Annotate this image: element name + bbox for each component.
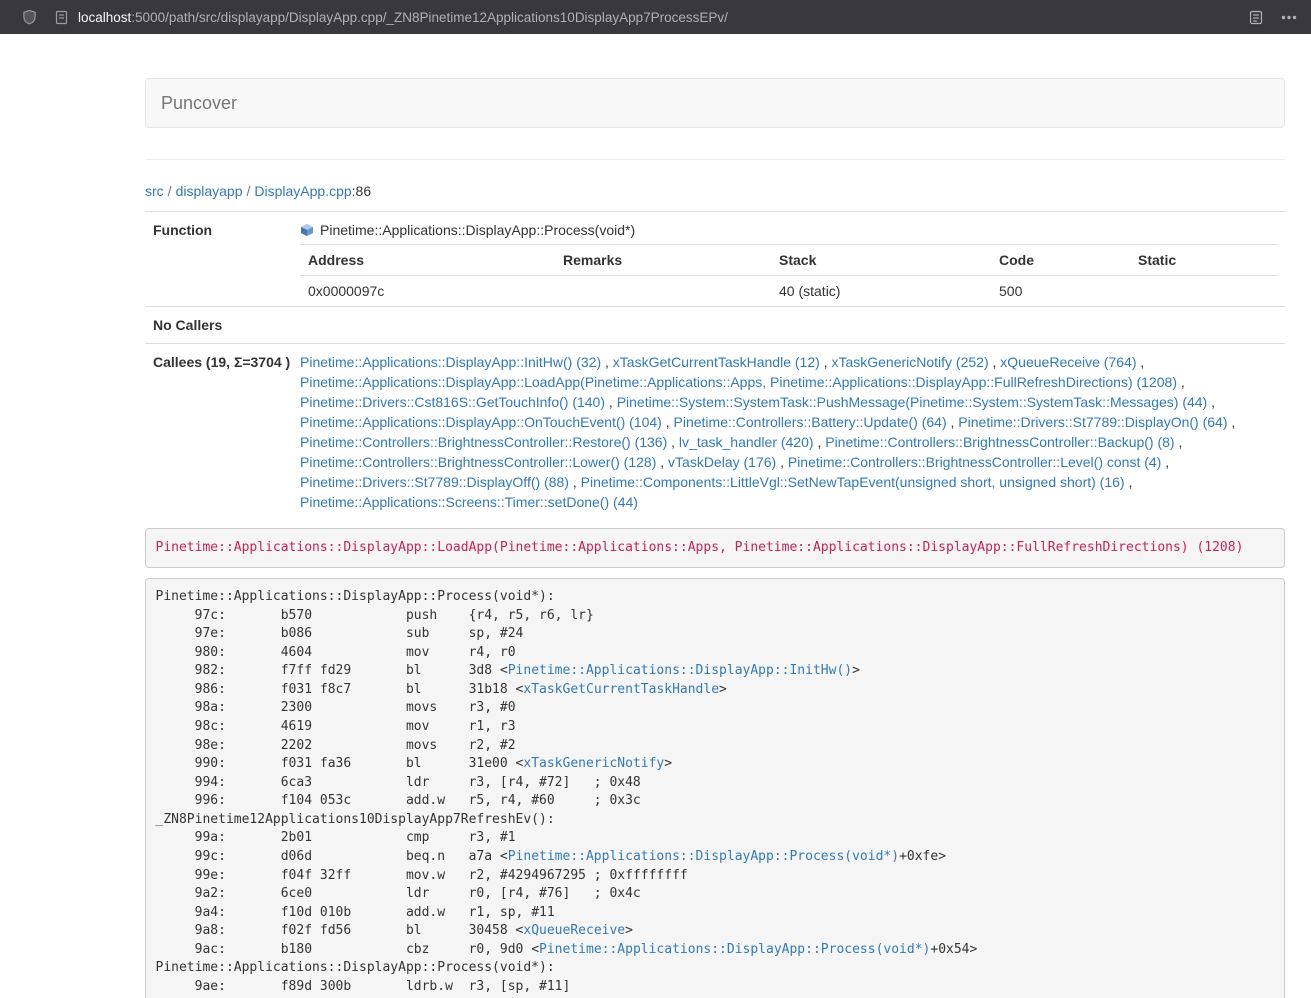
- url-host: localhost: [78, 10, 131, 25]
- callee-link[interactable]: Pinetime::Components::LittleVgl::SetNewT…: [581, 474, 1125, 490]
- callee-link[interactable]: Pinetime::System::SystemTask::PushMessag…: [617, 394, 1208, 410]
- breadcrumb-file-link[interactable]: DisplayApp.cpp: [254, 183, 351, 199]
- disassembly-symbol-link[interactable]: xQueueReceive: [523, 923, 625, 938]
- stack-value: 40 (static): [771, 276, 991, 307]
- urlbar-right-group: [1249, 10, 1311, 25]
- callee-link[interactable]: Pinetime::Drivers::Cst816S::GetTouchInfo…: [300, 394, 605, 410]
- breadcrumb-line-number: :86: [352, 183, 371, 199]
- tracking-protection-shield-icon[interactable]: [22, 9, 37, 25]
- snippet-box: Pinetime::Applications::DisplayApp::Load…: [145, 528, 1285, 568]
- snippet-symbol-link[interactable]: Pinetime::Applications::DisplayApp::Load…: [156, 540, 1244, 555]
- col-code: Code: [991, 245, 1130, 276]
- function-row: Function Pinetime::Applications::Display…: [145, 212, 1285, 307]
- breadcrumb-separator: /: [164, 183, 176, 199]
- function-name: Pinetime::Applications::DisplayApp::Proc…: [320, 220, 635, 240]
- callee-link[interactable]: Pinetime::Controllers::BrightnessControl…: [300, 454, 656, 470]
- url-path: :5000/path/src/displayapp/DisplayApp.cpp…: [131, 10, 728, 25]
- page-actions-menu-icon[interactable]: [1281, 15, 1297, 20]
- divider: [145, 159, 1285, 160]
- callees-list: Pinetime::Applications::DisplayApp::Init…: [292, 344, 1285, 521]
- disassembly-symbol-link[interactable]: Pinetime::Applications::DisplayApp::Proc…: [539, 942, 930, 957]
- callee-link[interactable]: vTaskDelay (176): [668, 454, 776, 470]
- urlbar-left-group: localhost:5000/path/src/displayapp/Displ…: [0, 9, 728, 25]
- callee-link[interactable]: Pinetime::Controllers::Battery::Update()…: [674, 414, 947, 430]
- reader-mode-icon[interactable]: [1249, 10, 1263, 25]
- callee-link[interactable]: Pinetime::Applications::DisplayApp::Load…: [300, 374, 1177, 390]
- col-remarks: Remarks: [555, 245, 771, 276]
- callee-link[interactable]: Pinetime::Applications::DisplayApp::Init…: [300, 354, 601, 370]
- breadcrumb-separator: /: [243, 183, 255, 199]
- disassembly-symbol-link[interactable]: xTaskGetCurrentTaskHandle: [523, 682, 719, 697]
- page-info-icon[interactable]: [55, 10, 68, 25]
- callee-link[interactable]: Pinetime::Controllers::BrightnessControl…: [300, 434, 667, 450]
- details-header-row: Address Remarks Stack Code Static: [300, 245, 1277, 276]
- no-callers-value: [292, 307, 1285, 344]
- callee-link[interactable]: Pinetime::Drivers::St7789::DisplayOff() …: [300, 474, 569, 490]
- remarks-value: [555, 276, 771, 307]
- disassembly-pre: Pinetime::Applications::DisplayApp::Proc…: [145, 578, 1285, 998]
- function-table: Function Pinetime::Applications::Display…: [145, 211, 1285, 520]
- callee-link[interactable]: Pinetime::Applications::Screens::Timer::…: [300, 494, 638, 510]
- col-address: Address: [300, 245, 555, 276]
- callee-link[interactable]: xQueueReceive (764): [1000, 354, 1136, 370]
- function-label: Function: [145, 212, 292, 307]
- disassembly-symbol-link[interactable]: Pinetime::Applications::DisplayApp::Proc…: [508, 849, 899, 864]
- brand-link[interactable]: Puncover: [146, 93, 252, 114]
- breadcrumb: src/displayapp/DisplayApp.cpp:86: [145, 181, 1285, 201]
- page-container: Puncover src/displayapp/DisplayApp.cpp:8…: [145, 78, 1285, 998]
- no-callers-label: No Callers: [145, 307, 292, 344]
- callee-link[interactable]: Pinetime::Applications::DisplayApp::OnTo…: [300, 414, 662, 430]
- breadcrumb-src-link[interactable]: src: [145, 183, 164, 199]
- browser-chrome: localhost:5000/path/src/displayapp/Displ…: [0, 0, 1311, 34]
- no-callers-row: No Callers: [145, 307, 1285, 344]
- static-value: [1130, 276, 1277, 307]
- callee-link[interactable]: Pinetime::Controllers::BrightnessControl…: [788, 454, 1161, 470]
- disassembly-symbol-link[interactable]: xTaskGenericNotify: [523, 756, 664, 771]
- function-icon: [300, 223, 314, 237]
- code-value: 500: [991, 276, 1130, 307]
- url-bar[interactable]: localhost:5000/path/src/displayapp/Displ…: [78, 10, 728, 25]
- col-static: Static: [1130, 245, 1277, 276]
- callee-link[interactable]: lv_task_handler (420): [679, 434, 814, 450]
- callee-link[interactable]: Pinetime::Drivers::St7789::DisplayOn() (…: [958, 414, 1227, 430]
- callee-link[interactable]: xTaskGetCurrentTaskHandle (12): [613, 354, 820, 370]
- callee-link[interactable]: Pinetime::Controllers::BrightnessControl…: [825, 434, 1174, 450]
- col-stack: Stack: [771, 245, 991, 276]
- function-name-line: Pinetime::Applications::DisplayApp::Proc…: [300, 220, 1277, 240]
- callees-label: Callees (19, Σ=3704 ): [145, 344, 292, 521]
- breadcrumb-displayapp-link[interactable]: displayapp: [176, 183, 243, 199]
- function-details-table: Address Remarks Stack Code Static 0x0000…: [300, 244, 1277, 306]
- address-value: 0x0000097c: [300, 276, 555, 307]
- callee-link[interactable]: xTaskGenericNotify (252): [831, 354, 988, 370]
- callees-row: Callees (19, Σ=3704 ) Pinetime::Applicat…: [145, 344, 1285, 521]
- navbar: Puncover: [145, 78, 1285, 128]
- disassembly-symbol-link[interactable]: Pinetime::Applications::DisplayApp::Init…: [508, 663, 852, 678]
- details-value-row: 0x0000097c 40 (static) 500: [300, 276, 1277, 307]
